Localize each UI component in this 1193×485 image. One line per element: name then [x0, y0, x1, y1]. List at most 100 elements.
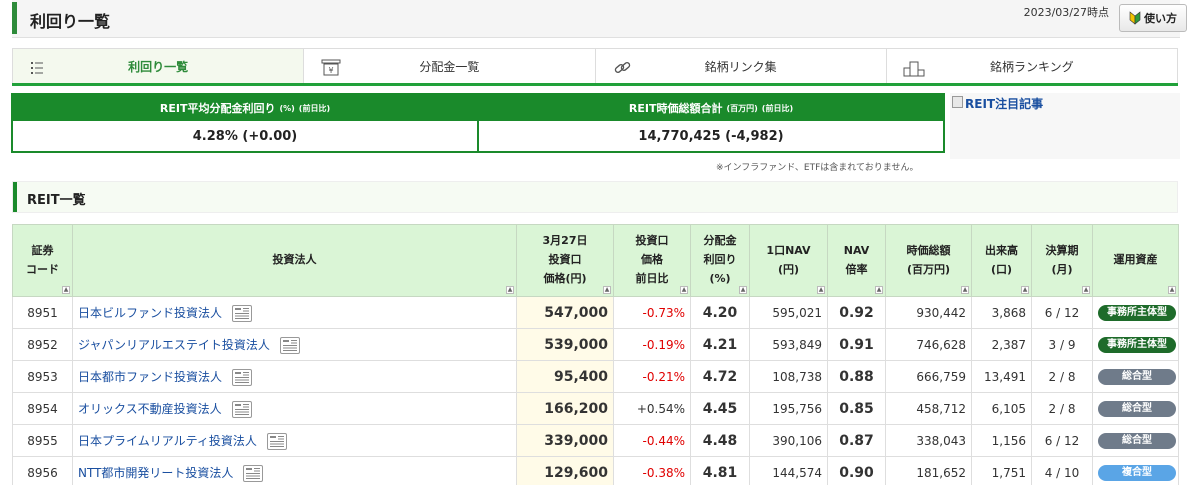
beginner-mark-icon	[1129, 11, 1141, 25]
volume-cell: 2,387	[971, 328, 1032, 361]
tab-label: 利回り一覧	[128, 59, 189, 74]
market-cap-cell: 458,712	[885, 392, 972, 425]
company-link[interactable]: 日本都市ファンド投資法人	[78, 370, 222, 384]
column-header-company[interactable]: 投資法人 ▲	[72, 224, 517, 297]
column-header-nav-ratio[interactable]: NAV 倍率 ▲	[827, 224, 886, 297]
table-row: 8951 日本ビルファンド投資法人 547,000 -0.73% 4.20 595,021…	[12, 296, 1179, 329]
volume-cell: 3,868	[971, 296, 1032, 329]
column-header-label: 1口NAV (円)	[766, 243, 811, 276]
reit-list-title: REIT一覧	[27, 193, 86, 208]
dividend-yield-cell: 4.45	[690, 392, 750, 425]
nav-ratio-cell: 0.90	[827, 456, 886, 485]
column-header-market-cap[interactable]: 時価総額 (百万円) ▲	[885, 224, 972, 297]
asset-type-cell: 事務所主体型	[1092, 296, 1179, 329]
news-icon[interactable]	[279, 336, 300, 354]
news-icon[interactable]	[232, 368, 253, 386]
column-header-code[interactable]: 証券 コード ▲	[12, 224, 73, 297]
tab-link-collection[interactable]: 銘柄リンク集	[595, 48, 887, 83]
sort-arrow-icon[interactable]: ▲	[506, 286, 514, 294]
dividend-yield-cell: 4.72	[690, 360, 750, 393]
column-header-dividend-yield[interactable]: 分配金 利回り (%) ▲	[690, 224, 750, 297]
nav-ratio-cell: 0.88	[827, 360, 886, 393]
sort-arrow-icon[interactable]: ▲	[817, 286, 825, 294]
code-cell: 8955	[12, 424, 73, 457]
column-header-price[interactable]: 3月27日 投資口 価格(円) ▲	[516, 224, 614, 297]
column-header-label: 運用資産	[1113, 253, 1158, 267]
table-header-row: 証券 コード ▲ 投資法人 ▲ 3月27日 投資口 価格(円) ▲ 投資口 価格 前日比 ▲ 分…	[12, 224, 1179, 297]
title-accent-bar	[12, 2, 17, 34]
column-header-label: 投資口 価格 前日比	[635, 234, 669, 285]
market-cap-summary: REIT時価総額合計 (百万円) (前日比) 14,770,425 (-4,98…	[477, 95, 943, 151]
news-icon[interactable]	[243, 464, 264, 482]
company-cell: NTT都市開発リート投資法人	[72, 456, 517, 485]
tab-dividend-list[interactable]: ¥ 分配金一覧	[304, 48, 596, 83]
sort-arrow-icon[interactable]: ▲	[961, 286, 969, 294]
featured-article-banner[interactable]: REIT注目記事	[950, 93, 1180, 159]
asset-type-cell: 事務所主体型	[1092, 328, 1179, 361]
nav-cell: 595,021	[749, 296, 828, 329]
code-cell: 8954	[12, 392, 73, 425]
column-header-label: 証券 コード	[26, 243, 59, 276]
nav-ratio-cell: 0.85	[827, 392, 886, 425]
price-cell: 95,400	[516, 360, 614, 393]
price-change-cell: -0.38%	[613, 456, 691, 485]
sort-arrow-icon[interactable]: ▲	[680, 286, 688, 294]
company-link[interactable]: ジャパンリアルエステイト投資法人	[78, 338, 270, 352]
sort-arrow-icon[interactable]: ▲	[1082, 286, 1090, 294]
volume-cell: 1,751	[971, 456, 1032, 485]
fiscal-period-cell: 6 / 12	[1031, 296, 1093, 329]
company-link[interactable]: NTT都市開発リート投資法人	[78, 466, 233, 480]
price-cell: 539,000	[516, 328, 614, 361]
table-row: 8953 日本都市ファンド投資法人 95,400 -0.21% 4.72 108,738 0…	[12, 360, 1179, 393]
table-row: 8952 ジャパンリアルエステイト投資法人 539,000 -0.19% 4.21 593…	[12, 328, 1179, 361]
tab-ranking[interactable]: 銘柄ランキング	[886, 48, 1178, 83]
news-icon[interactable]	[231, 400, 252, 418]
column-header-fiscal-period[interactable]: 決算期 (月) ▲	[1031, 224, 1093, 297]
reit-summary: REIT平均分配金利回り (%) (前日比) 4.28% (+0.00) REI…	[11, 93, 945, 153]
news-icon[interactable]	[232, 304, 253, 322]
podium-icon	[903, 61, 925, 77]
nav-cell: 195,756	[749, 392, 828, 425]
price-cell: 129,600	[516, 456, 614, 485]
reit-list-heading: REIT一覧	[12, 181, 1178, 213]
asset-type-badge: 事務所主体型	[1098, 305, 1176, 321]
sort-arrow-icon[interactable]: ▲	[1021, 286, 1029, 294]
nav-cell: 144,574	[749, 456, 828, 485]
asset-type-cell: 総合型	[1092, 392, 1179, 425]
dividend-yield-cell: 4.48	[690, 424, 750, 457]
price-change-cell: -0.21%	[613, 360, 691, 393]
column-header-price-change[interactable]: 投資口 価格 前日比 ▲	[613, 224, 691, 297]
fiscal-period-cell: 2 / 8	[1031, 392, 1093, 425]
market-cap-value: 14,770,425 (-4,982)	[638, 128, 784, 144]
asset-type-badge: 総合型	[1098, 401, 1176, 417]
sort-arrow-icon[interactable]: ▲	[603, 286, 611, 294]
tab-yield-list[interactable]: 利回り一覧	[12, 48, 305, 83]
table-body: 8951 日本ビルファンド投資法人 547,000 -0.73% 4.20 595,021…	[12, 296, 1179, 485]
company-link[interactable]: 日本ビルファンド投資法人	[78, 306, 222, 320]
column-header-volume[interactable]: 出来高 (口) ▲	[971, 224, 1032, 297]
column-header-asset-type[interactable]: 運用資産 ▲	[1092, 224, 1179, 297]
featured-article-alt: REIT注目記事	[965, 97, 1044, 111]
volume-cell: 6,105	[971, 392, 1032, 425]
company-cell: 日本都市ファンド投資法人	[72, 360, 517, 393]
column-header-label: 出来高 (口)	[985, 243, 1018, 276]
tab-label: 銘柄ランキング	[990, 59, 1074, 74]
market-cap-unit: (百万円)	[726, 103, 758, 113]
column-header-label: 分配金 利回り (%)	[703, 234, 737, 285]
volume-cell: 13,491	[971, 360, 1032, 393]
sort-arrow-icon[interactable]: ▲	[739, 286, 747, 294]
price-cell: 166,200	[516, 392, 614, 425]
company-link[interactable]: オリックス不動産投資法人	[78, 402, 222, 416]
column-header-nav-per-unit[interactable]: 1口NAV (円) ▲	[749, 224, 828, 297]
sort-arrow-icon[interactable]: ▲	[1168, 286, 1176, 294]
sort-arrow-icon[interactable]: ▲	[62, 286, 70, 294]
sort-arrow-icon[interactable]: ▲	[875, 286, 883, 294]
volume-cell: 1,156	[971, 424, 1032, 457]
nav-cell: 390,106	[749, 424, 828, 457]
news-icon[interactable]	[266, 432, 287, 450]
broken-image-icon	[952, 96, 963, 108]
table-row: 8954 オリックス不動産投資法人 166,200 +0.54% 4.45 195,756…	[12, 392, 1179, 425]
column-header-label: NAV 倍率	[843, 243, 870, 276]
help-button[interactable]: 使い方	[1119, 4, 1187, 32]
company-link[interactable]: 日本プライムリアルティ投資法人	[78, 434, 257, 448]
